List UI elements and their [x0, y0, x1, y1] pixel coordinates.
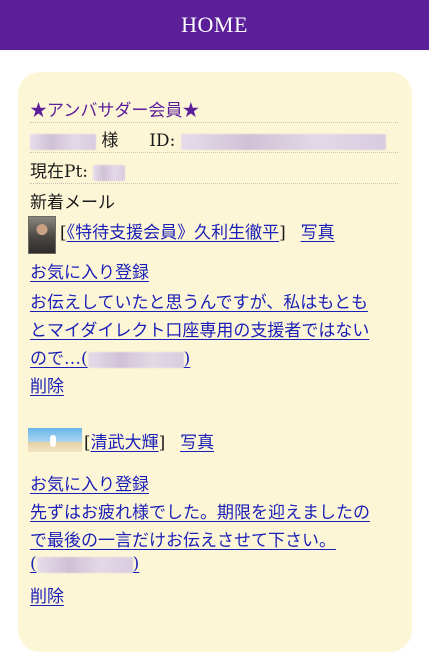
sender-link-1[interactable]: 《特待支援会員》久利生徹平 — [67, 223, 280, 243]
mail-item-1-favorite-row: お気に入り登録 — [30, 258, 398, 283]
mail-item-2-header: [清武大輝] 写真 — [84, 433, 215, 453]
sender-avatar-2[interactable] — [28, 428, 82, 452]
redacted-points — [93, 164, 126, 181]
message-link-1-line-1[interactable]: お伝えしていたと思うんですが、私はもとも — [30, 293, 368, 313]
redacted-timestamp-1 — [87, 351, 184, 368]
sender-link-2[interactable]: 清武大輝 — [91, 433, 159, 453]
page-header: HOME — [0, 0, 429, 50]
name-suffix: 様 — [101, 131, 119, 151]
mail-item-1-message-line-1: お伝えしていたと思うんですが、私はもとも — [30, 288, 398, 313]
redacted-user-id — [180, 133, 386, 150]
message-link-2-line-1[interactable]: 先ずはお疲れ様でした。期限を迎えましたの — [30, 503, 370, 523]
mail-item-1-delete-row: 削除 — [30, 372, 398, 397]
message-link-2-tail[interactable]: ) — [133, 554, 140, 574]
mail-item-2-delete-row: 削除 — [30, 582, 398, 607]
mail-item-1-message-line-2: とマイダイレクト口座専用の支援者ではない — [30, 316, 398, 341]
favorite-link-1[interactable]: お気に入り登録 — [30, 263, 149, 283]
mail-item-2-message-line-1: 先ずはお疲れ様でした。期限を迎えましたの — [30, 498, 398, 523]
rank-label: ★アンバサダー会員★ — [30, 96, 398, 123]
points-label: 現在Pt: — [30, 162, 88, 182]
page-title: HOME — [181, 12, 248, 37]
mail-item-2-favorite-row: お気に入り登録 — [30, 470, 398, 495]
photo-link-1[interactable]: 写真 — [301, 223, 335, 243]
message-link-1-tail[interactable]: ) — [184, 349, 191, 369]
mail-item-1-header: [《特待支援会員》久利生徹平] 写真 — [60, 223, 335, 243]
message-link-1-line-3[interactable]: ので…( — [30, 349, 88, 369]
delete-link-1[interactable]: 削除 — [30, 377, 64, 397]
message-link-1-line-2[interactable]: とマイダイレクト口座専用の支援者ではない — [30, 321, 369, 341]
mail-item-2-message-line-2: で最後の一言だけお伝えさせて下さい。 — [30, 526, 398, 551]
mail-item-2-message-line-3: () — [30, 554, 398, 574]
redacted-timestamp-2 — [36, 556, 133, 573]
points-row: 現在Pt: — [30, 157, 398, 184]
favorite-link-2[interactable]: お気に入り登録 — [30, 475, 149, 495]
message-link-2-line-2[interactable]: で最後の一言だけお伝えさせて下さい。 — [30, 531, 336, 551]
new-mail-label: 新着メール — [30, 193, 115, 213]
delete-link-2[interactable]: 削除 — [30, 587, 64, 607]
photo-link-2[interactable]: 写真 — [180, 433, 214, 453]
message-link-2-line-3[interactable]: ( — [30, 554, 37, 574]
user-id-row: 様 ID: — [30, 126, 398, 153]
sender-avatar-1[interactable] — [28, 216, 56, 254]
mail-item-1-message-line-3: ので…() — [30, 344, 398, 369]
redacted-username — [30, 133, 96, 150]
id-label: ID: — [149, 131, 176, 151]
